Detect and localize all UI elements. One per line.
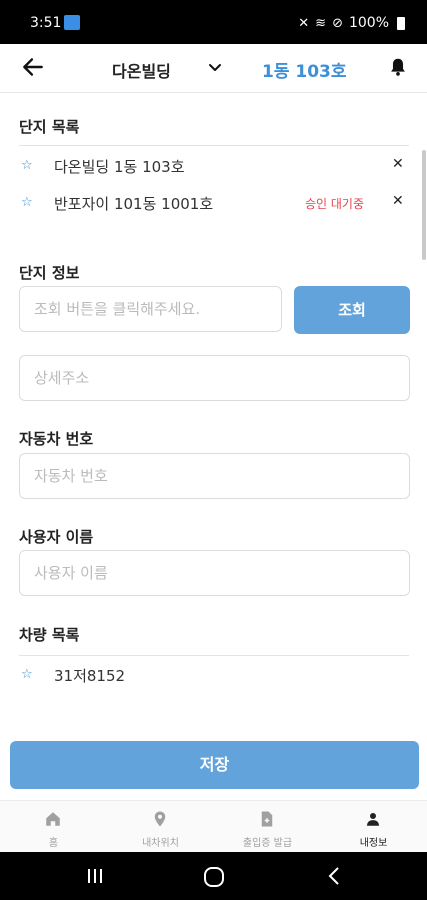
divider — [19, 655, 409, 656]
complex-list-item[interactable]: ☆ 다온빌딩 1동 103호 ✕ — [19, 156, 409, 180]
home-icon — [46, 812, 60, 826]
system-nav-bar — [0, 852, 427, 900]
nav-car-location[interactable]: 내차위치 — [107, 801, 214, 853]
nav-home[interactable]: 홈 — [0, 801, 107, 853]
unit-label[interactable]: 1동 103호 — [262, 57, 347, 82]
chevron-down-icon[interactable] — [207, 59, 223, 75]
star-icon[interactable]: ☆ — [21, 195, 33, 210]
back-button-icon[interactable] — [326, 866, 342, 886]
nav-label: 내차위치 — [142, 838, 179, 849]
bell-icon[interactable] — [387, 56, 409, 78]
nav-pass-issue[interactable]: 출입증 발급 — [214, 801, 321, 853]
complex-info-title: 단지 정보 — [19, 264, 80, 282]
vehicle-number: 31저8152 — [54, 667, 126, 685]
location-pin-icon — [154, 811, 166, 827]
status-time: 3:51 — [30, 15, 62, 31]
vehicle-list-title: 차량 목록 — [19, 626, 80, 644]
complex-name: 다온빌딩 1동 103호 — [54, 158, 185, 176]
search-button[interactable]: 조회 — [294, 286, 410, 334]
nav-label: 홈 — [48, 838, 59, 849]
car-number-title: 자동차 번호 — [19, 430, 94, 448]
star-icon[interactable]: ☆ — [21, 158, 33, 173]
divider — [19, 145, 409, 146]
star-icon[interactable]: ☆ — [21, 667, 33, 682]
battery-percent: 100% — [348, 15, 389, 31]
mute-icon: ✕ — [298, 15, 310, 31]
person-icon — [367, 813, 379, 826]
complex-search-field[interactable]: 조회 버튼을 클릭해주세요. — [19, 286, 282, 332]
vehicle-list-item[interactable]: ☆ 31저8152 — [19, 665, 409, 689]
nav-label: 내정보 — [359, 838, 388, 849]
address-field[interactable]: 상세주소 — [19, 355, 410, 401]
complex-name: 반포자이 101동 1001호 — [54, 195, 214, 213]
building-selector[interactable]: 다온빌딩 — [112, 58, 171, 82]
nav-my-info[interactable]: 내정보 — [320, 801, 427, 853]
wifi-icon: ≋ — [315, 15, 327, 31]
document-icon — [261, 811, 273, 827]
user-name-field[interactable]: 사용자 이름 — [19, 550, 410, 596]
approval-status: 승인 대기중 — [305, 197, 365, 211]
status-right: ✕ ≋ ⊘ 100% — [298, 15, 405, 31]
car-number-field[interactable]: 자동차 번호 — [19, 453, 410, 499]
back-arrow-icon[interactable] — [20, 54, 46, 80]
remove-icon[interactable]: ✕ — [392, 193, 404, 209]
bottom-nav: 홈 내차위치 출입증 발급 내정보 — [0, 800, 427, 853]
remove-icon[interactable]: ✕ — [392, 156, 404, 172]
app-notification-icon — [64, 15, 80, 30]
user-name-title: 사용자 이름 — [19, 528, 94, 546]
nav-label: 출입증 발급 — [242, 838, 293, 849]
recent-apps-icon[interactable] — [86, 866, 104, 886]
save-button[interactable]: 저장 — [10, 741, 419, 789]
scrollbar[interactable] — [422, 150, 426, 260]
complex-list-item[interactable]: ☆ 반포자이 101동 1001호 승인 대기중 ✕ — [19, 193, 409, 217]
status-bar: 3:51 ✕ ≋ ⊘ 100% — [0, 0, 427, 44]
home-button-icon[interactable] — [203, 866, 225, 888]
app-header: 다온빌딩 1동 103호 — [0, 44, 427, 93]
battery-icon — [397, 16, 405, 30]
complex-list-title: 단지 목록 — [19, 118, 80, 136]
dnd-icon: ⊘ — [332, 15, 343, 31]
